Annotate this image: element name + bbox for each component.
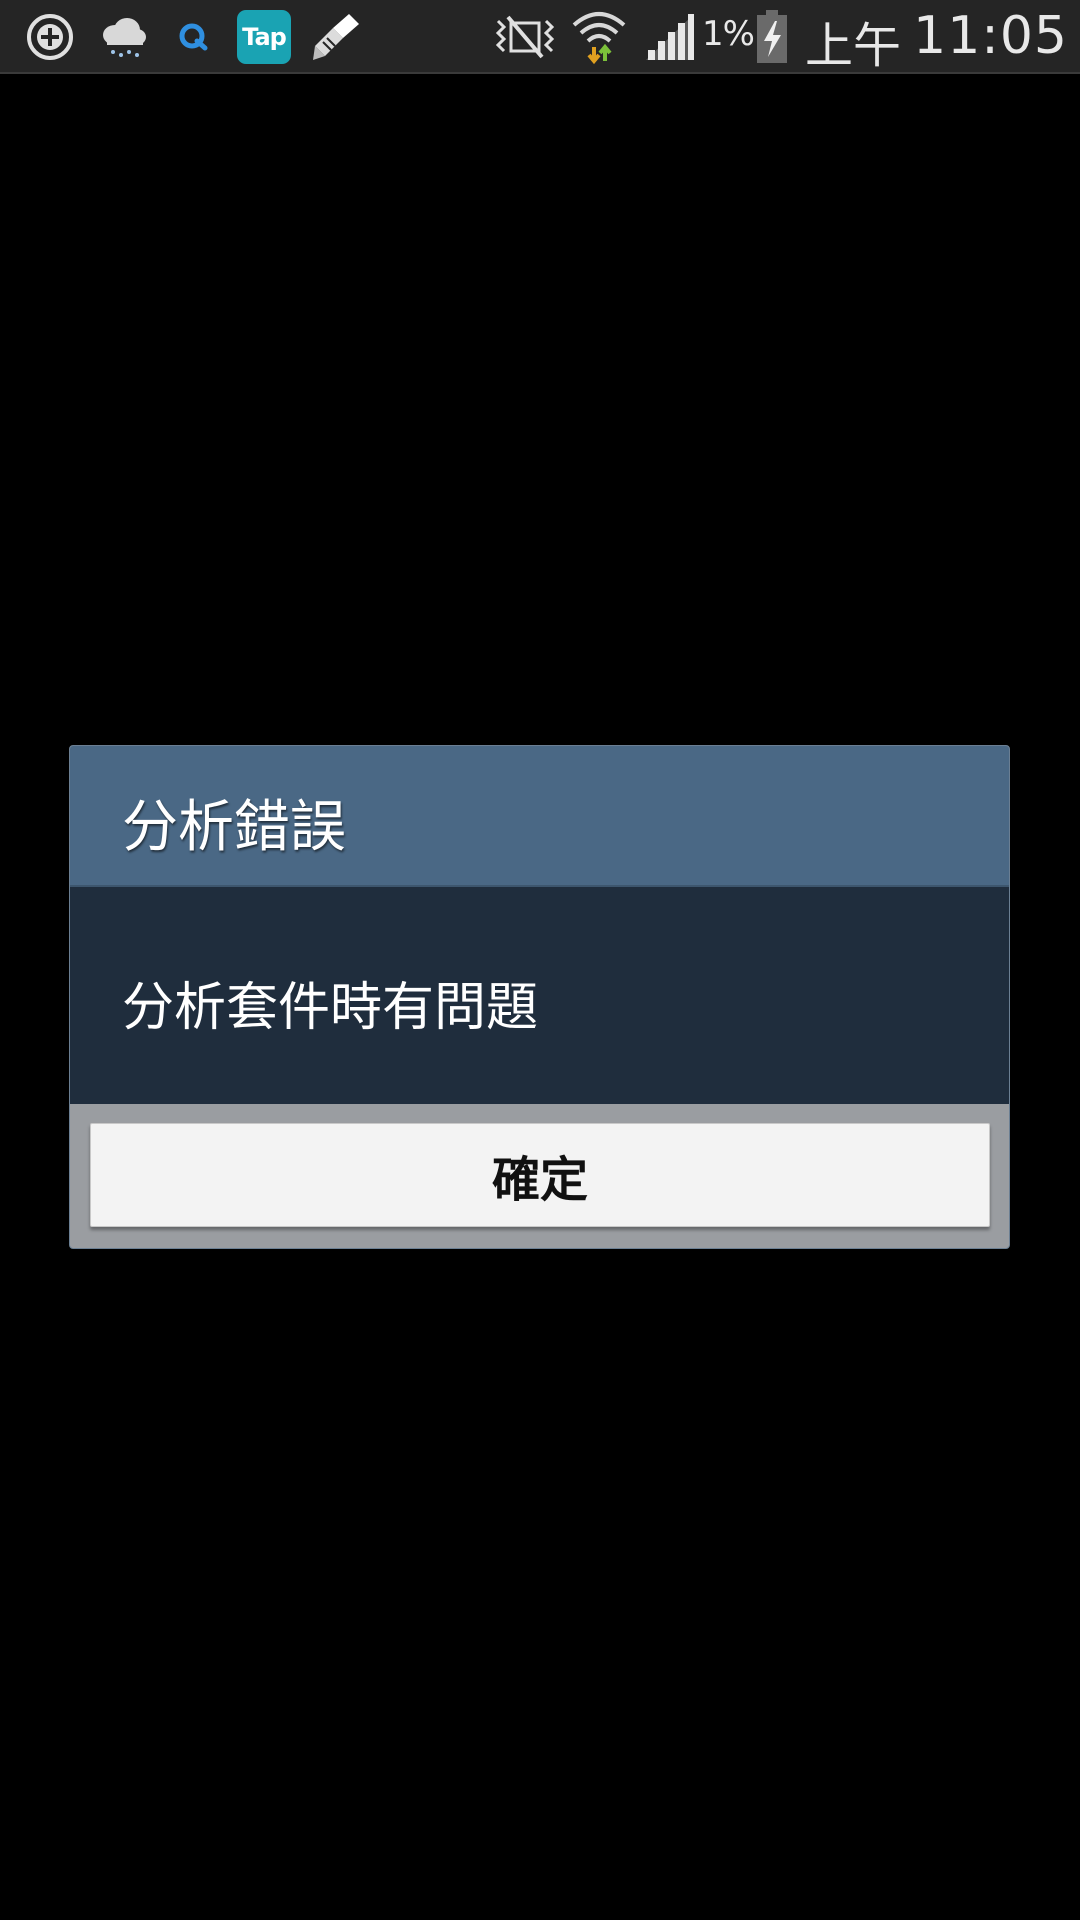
add-circle-icon[interactable]: [20, 9, 80, 65]
q-browser-icon[interactable]: [172, 9, 214, 65]
clock-time: 11:05: [913, 6, 1068, 66]
time-period: 上午: [805, 18, 902, 74]
error-dialog: 分析錯誤 分析套件時有問題 確定: [69, 745, 1010, 1249]
wifi-icon: [568, 9, 630, 65]
signal-icon: [642, 9, 698, 65]
dialog-title: 分析錯誤: [122, 795, 346, 860]
battery-percent: 1%: [702, 14, 755, 54]
ok-button[interactable]: 確定: [90, 1123, 990, 1227]
brush-icon[interactable]: [308, 9, 364, 65]
dialog-message: 分析套件時有問題: [122, 978, 539, 1038]
battery-charging-icon: [752, 9, 792, 65]
dialog-title-bar: 分析錯誤: [70, 746, 1009, 887]
tap-badge-label: Tap: [237, 10, 291, 64]
mute-icon: [492, 9, 558, 65]
status-bar: Tap 1% 上午 11:05: [0, 0, 1080, 74]
screen: Tap 1% 上午 11:05 分析錯誤 分析套件時有問題 確定: [0, 0, 1080, 1920]
dialog-body: 分析套件時有問題: [70, 887, 1009, 1104]
ok-button-label: 確定: [491, 1152, 588, 1208]
cloud-rain-icon[interactable]: [95, 9, 151, 65]
tap-app-icon[interactable]: Tap: [236, 9, 292, 65]
